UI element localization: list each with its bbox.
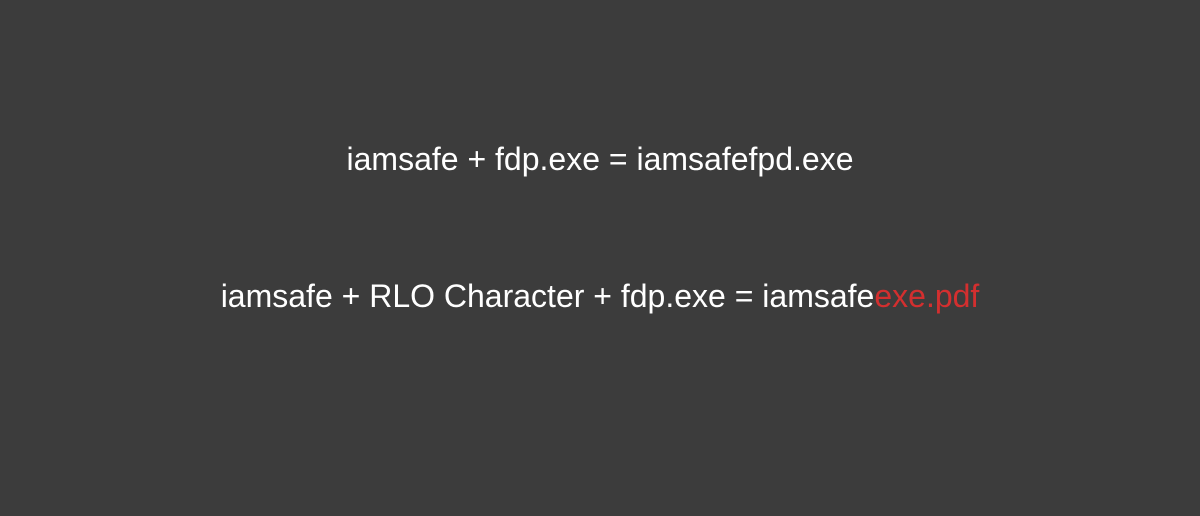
equation-1-text: iamsafe + fdp.exe = iamsafefpd.exe [347, 141, 854, 177]
equation-2-prefix: iamsafe + RLO Character + fdp.exe = iams… [221, 278, 875, 314]
equation-2-highlight: exe.pdf [874, 278, 979, 314]
equation-line-1: iamsafe + fdp.exe = iamsafefpd.exe [347, 141, 854, 178]
equation-line-2: iamsafe + RLO Character + fdp.exe = iams… [221, 278, 980, 315]
